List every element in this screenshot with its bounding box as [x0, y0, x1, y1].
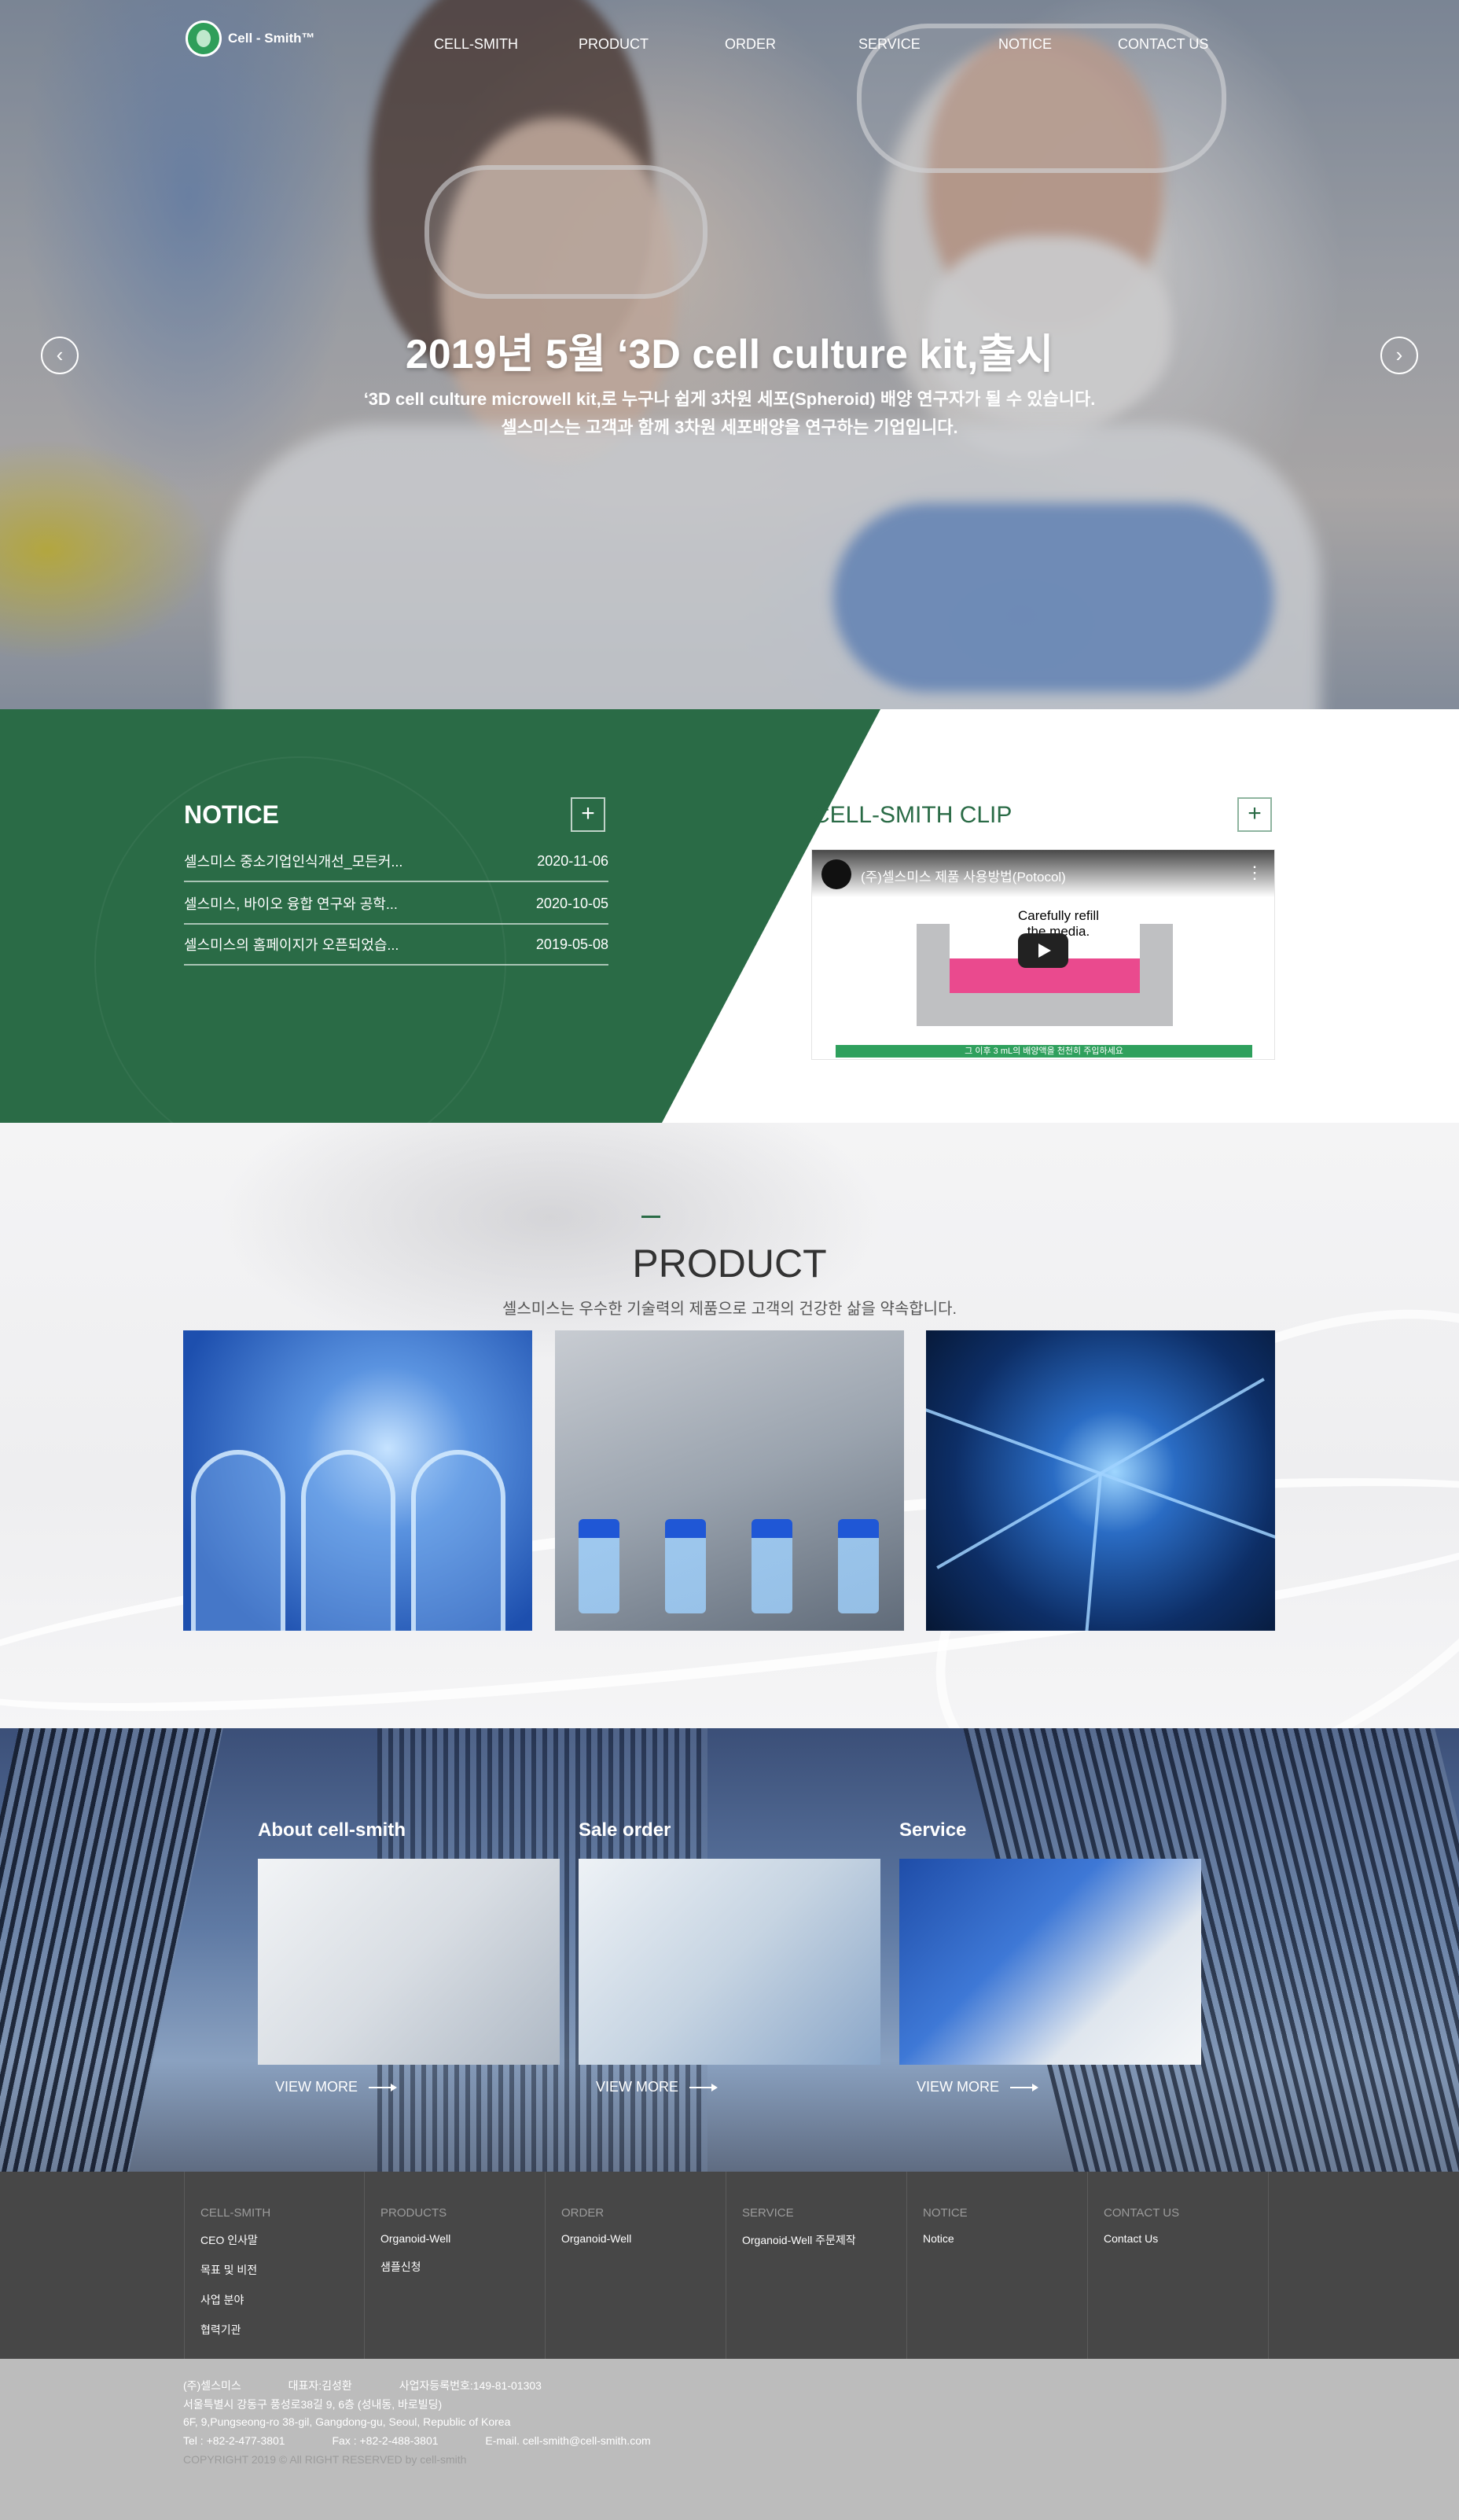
sale-order-image[interactable] — [579, 1859, 880, 2065]
footer-heading[interactable]: PRODUCTS — [380, 2206, 545, 2220]
footer-link[interactable]: 협력기관 — [200, 2322, 364, 2338]
channel-avatar[interactable] — [821, 859, 851, 889]
footer-heading[interactable]: CONTACT US — [1104, 2206, 1268, 2220]
site-logo[interactable]: Cell - Smith™ — [186, 20, 315, 57]
footer-heading[interactable]: CELL-SMITH — [200, 2206, 364, 2220]
nav-notice[interactable]: NOTICE — [998, 36, 1052, 53]
company-name: (주)셀스미스 — [183, 2379, 241, 2392]
footer-sitemap: CELL-SMITH CEO 인사말 목표 및 비전 사업 분야 협력기관 PR… — [0, 2172, 1459, 2359]
footer-link[interactable]: Contact Us — [1104, 2232, 1268, 2245]
footer-col-order: ORDER Organoid-Well — [546, 2172, 726, 2359]
clip-more-button[interactable]: + — [1237, 797, 1272, 832]
clip-title: CELL-SMITH CLIP — [813, 802, 1012, 828]
footer-link[interactable]: Organoid-Well 주문제작 — [742, 2232, 906, 2248]
ceo-name: 대표자:김성환 — [288, 2379, 352, 2392]
nav-order[interactable]: ORDER — [725, 36, 776, 53]
notice-item-title: 셀스미스 중소기업인식개선_모든커... — [184, 854, 403, 870]
hero-slider: Cell - Smith™ CELL-SMITH PRODUCT ORDER S… — [0, 0, 1459, 709]
info-section: About cell-smith Sale order Service VIEW… — [0, 1728, 1459, 2172]
footer-heading[interactable]: NOTICE — [923, 2206, 1087, 2220]
email-address[interactable]: E-mail. cell-smith@cell-smith.com — [485, 2434, 650, 2447]
footer-company-info: (주)셀스미스 대표자:김성환 사업자등록번호:149-81-01303 서울특… — [0, 2359, 1459, 2520]
notice-item-date: 2020-11-06 — [537, 852, 608, 869]
notice-item[interactable]: 셀스미스, 바이오 융합 연구와 공학... 2020-10-05 — [184, 884, 608, 925]
nav-contact-us[interactable]: CONTACT US — [1118, 36, 1208, 53]
address-english: 6F, 9,Pungseong-ro 38-gil, Gangdong-gu, … — [183, 2415, 511, 2428]
hero-title: 2019년 5월 ‘3D cell culture kit,출시 — [405, 332, 1054, 377]
footer-link[interactable]: Organoid-Well — [380, 2232, 545, 2245]
notice-item[interactable]: 셀스미스의 홈페이지가 오픈되었습... 2019-05-08 — [184, 925, 608, 966]
title-accent — [641, 1216, 660, 1218]
footer-link[interactable]: Notice — [923, 2232, 1087, 2245]
notice-more-button[interactable]: + — [571, 797, 605, 832]
top-navigation: Cell - Smith™ CELL-SMITH PRODUCT ORDER S… — [0, 0, 1459, 94]
footer-heading[interactable]: SERVICE — [742, 2206, 906, 2220]
notice-item[interactable]: 셀스미스 중소기업인식개선_모든커... 2020-11-06 — [184, 841, 608, 882]
play-icon[interactable] — [1018, 933, 1068, 968]
product-image-neuron[interactable] — [926, 1330, 1275, 1631]
notice-item-date: 2020-10-05 — [535, 895, 608, 911]
sale-order-view-more-link[interactable]: VIEW MORE — [596, 2079, 718, 2095]
product-subtitle: 셀스미스는 우수한 기술력의 제품으로 고객의 건강한 삶을 약속합니다. — [502, 1300, 957, 1318]
phone-number: Tel : +82-2-477-3801 — [183, 2434, 285, 2447]
hero-subtitle-1: ‘3D cell culture microwell kit,로 누구나 쉽게 … — [363, 389, 1096, 409]
about-title: About cell-smith — [258, 1819, 406, 1841]
notice-item-date: 2019-05-08 — [535, 936, 608, 952]
logo-text: Cell - Smith™ — [228, 31, 315, 46]
nav-cell-smith[interactable]: CELL-SMITH — [434, 36, 518, 53]
footer-col-cell-smith: CELL-SMITH CEO 인사말 목표 및 비전 사업 분야 협력기관 — [184, 2172, 365, 2359]
notice-clip-section: NOTICE + 셀스미스 중소기업인식개선_모든커... 2020-11-06… — [0, 709, 1459, 1123]
arrow-right-icon — [1010, 2083, 1039, 2091]
nav-product[interactable]: PRODUCT — [579, 36, 649, 53]
plus-icon: + — [1248, 800, 1262, 826]
service-title: Service — [899, 1819, 967, 1841]
service-image[interactable] — [899, 1859, 1201, 2065]
product-section: PRODUCT 셀스미스는 우수한 기술력의 제품으로 고객의 건강한 삶을 약… — [0, 1123, 1459, 1728]
copyright: COPYRIGHT 2019 © All RIGHT RESERVED by c… — [183, 2453, 467, 2466]
footer-col-contact: CONTACT US Contact Us — [1088, 2172, 1269, 2359]
notice-item-title: 셀스미스, 바이오 융합 연구와 공학... — [184, 896, 398, 912]
arrow-right-icon — [369, 2083, 398, 2091]
notice-item-title: 셀스미스의 홈페이지가 오픈되었습... — [184, 937, 399, 953]
footer-col-notice: NOTICE Notice — [907, 2172, 1088, 2359]
more-vertical-icon[interactable]: ⋮ — [1246, 863, 1263, 883]
business-number: 사업자등록번호:149-81-01303 — [399, 2379, 542, 2392]
footer-col-products: PRODUCTS Organoid-Well 샘플신청 — [365, 2172, 546, 2359]
sale-order-title: Sale order — [579, 1819, 671, 1841]
arrow-right-icon — [689, 2083, 718, 2091]
video-title[interactable]: (주)셀스미스 제품 사용방법(Potocol) — [861, 866, 1066, 885]
footer-heading[interactable]: ORDER — [561, 2206, 726, 2220]
about-image[interactable] — [258, 1859, 560, 2065]
product-title: PRODUCT — [632, 1242, 827, 1286]
service-view-more-link[interactable]: VIEW MORE — [917, 2079, 1039, 2095]
footer-link[interactable]: Organoid-Well — [561, 2232, 726, 2245]
product-image-test-tubes[interactable] — [555, 1330, 904, 1631]
plus-icon: + — [581, 800, 595, 826]
footer-col-service: SERVICE Organoid-Well 주문제작 — [726, 2172, 907, 2359]
video-caption: 그 이후 3 mL의 배양액을 천천히 주입하세요 — [836, 1045, 1252, 1058]
nav-service[interactable]: SERVICE — [858, 36, 921, 53]
footer-link[interactable]: 목표 및 비전 — [200, 2262, 364, 2278]
product-image-pipette[interactable] — [183, 1330, 532, 1631]
logo-icon — [186, 20, 222, 57]
hero-subtitle-2: 셀스미스는 고객과 함께 3차원 세포배양을 연구하는 기업입니다. — [501, 418, 958, 437]
video-player[interactable]: Carefully refill the media. (주)셀스미스 제품 사… — [811, 849, 1275, 1060]
address-korean: 서울특별시 강동구 풍성로38길 9, 6층 (성내동, 바로빌딩) — [183, 2398, 443, 2411]
notice-title: NOTICE — [184, 800, 279, 829]
footer-link[interactable]: 샘플신청 — [380, 2259, 545, 2275]
footer-link[interactable]: CEO 인사말 — [200, 2232, 364, 2248]
footer-link[interactable]: 사업 분야 — [200, 2292, 364, 2308]
about-view-more-link[interactable]: VIEW MORE — [275, 2079, 398, 2095]
fax-number: Fax : +82-2-488-3801 — [332, 2434, 439, 2447]
